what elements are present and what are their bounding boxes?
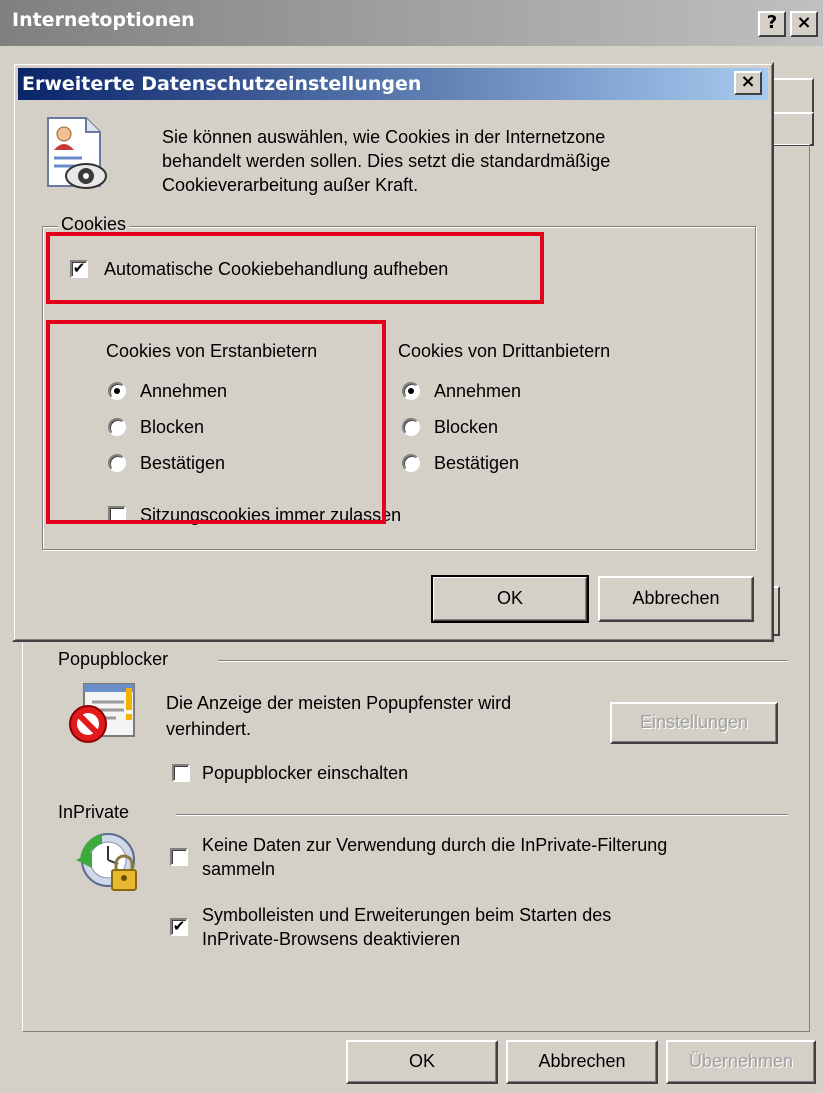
third-party-heading: Cookies von Drittanbietern: [398, 341, 611, 361]
internet-options-window: Internetoptionen ? × Popupblocker Die An…: [0, 0, 823, 1093]
close-icon[interactable]: ×: [790, 11, 818, 37]
popupblocker-checkbox[interactable]: [172, 764, 190, 782]
highlight-override-box: [46, 232, 544, 304]
window-titlebar[interactable]: Internetoptionen ? ×: [0, 0, 823, 46]
popupblocker-checkbox-label[interactable]: Popupblocker einschalten: [202, 762, 408, 784]
popup-blocked-icon: [66, 682, 146, 748]
main-apply-button[interactable]: Übernehmen: [666, 1040, 816, 1084]
advanced-privacy-dialog: Erweiterte Datenschutzeinstellungen × Si…: [12, 62, 774, 642]
third-party-block-radio[interactable]: [402, 418, 420, 436]
inprivate-divider: [176, 814, 788, 816]
highlight-first-party-box: [46, 320, 386, 524]
inprivate-toolbars-label-line2[interactable]: InPrivate-Browsens deaktivieren: [202, 928, 460, 950]
inprivate-lock-icon: [72, 830, 152, 896]
dialog-ok-button[interactable]: OK: [431, 575, 589, 623]
inprivate-filter-label-line2[interactable]: sammeln: [202, 858, 275, 880]
third-party-prompt-label[interactable]: Bestätigen: [434, 452, 519, 474]
dialog-intro-line1: Sie können auswählen, wie Cookies in der…: [162, 127, 606, 147]
dialog-titlebar[interactable]: Erweiterte Datenschutzeinstellungen ×: [18, 68, 768, 100]
popup-description-line2: verhindert.: [166, 719, 252, 739]
dialog-intro-line2: behandelt werden sollen. Dies setzt die …: [162, 151, 611, 171]
window-title: Internetoptionen: [12, 9, 195, 31]
inprivate-section-label: InPrivate: [58, 802, 130, 822]
main-ok-button[interactable]: OK: [346, 1040, 498, 1084]
inprivate-filter-checkbox[interactable]: [170, 848, 188, 866]
popupblocker-section-label: Popupblocker: [58, 649, 169, 669]
dialog-close-icon[interactable]: ×: [734, 71, 762, 95]
popupblocker-divider: [218, 660, 788, 662]
main-cancel-button[interactable]: Abbrechen: [506, 1040, 658, 1084]
dialog-intro-line3: Cookieverarbeitung außer Kraft.: [162, 175, 419, 195]
privacy-document-eye-icon: [42, 116, 112, 194]
dialog-title: Erweiterte Datenschutzeinstellungen: [22, 73, 422, 95]
third-party-block-label[interactable]: Blocken: [434, 416, 498, 438]
popup-description-line1: Die Anzeige der meisten Popupfenster wir…: [166, 693, 512, 713]
inprivate-toolbars-checkbox[interactable]: ✔: [170, 918, 188, 936]
dialog-cancel-button[interactable]: Abbrechen: [598, 576, 754, 622]
popup-settings-button[interactable]: Einstellungen: [610, 702, 778, 744]
help-button[interactable]: ?: [758, 11, 786, 37]
third-party-accept-label[interactable]: Annehmen: [434, 380, 521, 402]
inprivate-toolbars-label-line1[interactable]: Symbolleisten und Erweiterungen beim Sta…: [202, 904, 611, 926]
inprivate-filter-label-line1[interactable]: Keine Daten zur Verwendung durch die InP…: [202, 834, 667, 856]
third-party-prompt-radio[interactable]: [402, 454, 420, 472]
third-party-accept-radio[interactable]: [402, 382, 420, 400]
